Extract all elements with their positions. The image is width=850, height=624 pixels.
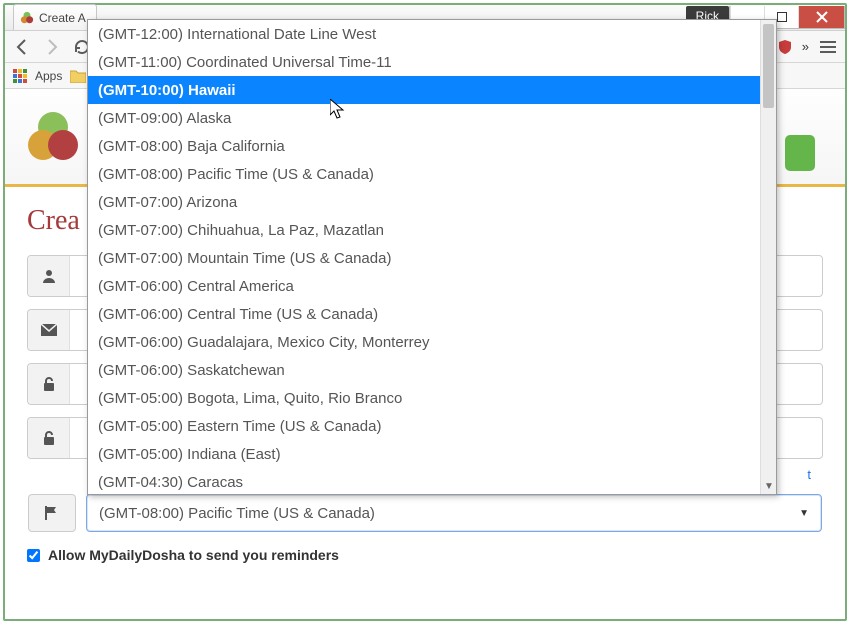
timezone-option[interactable]: (GMT-07:00) Chihuahua, La Paz, Mazatlan (88, 216, 760, 244)
browser-tab[interactable]: Create A (13, 4, 97, 30)
timezone-select[interactable]: (GMT-08:00) Pacific Time (US & Canada) ▼ (86, 494, 822, 532)
timezone-option[interactable]: (GMT-11:00) Coordinated Universal Time-1… (88, 48, 760, 76)
timezone-option[interactable]: (GMT-06:00) Guadalajara, Mexico City, Mo… (88, 328, 760, 356)
menu-button[interactable] (817, 36, 839, 58)
extension-shield-icon[interactable] (776, 38, 794, 56)
timezone-selected-value: (GMT-08:00) Pacific Time (US & Canada) (99, 505, 375, 522)
tab-favicon (20, 11, 34, 25)
timezone-option[interactable]: (GMT-10:00) Hawaii (88, 76, 760, 104)
apps-icon[interactable] (13, 69, 27, 83)
reminder-checkbox[interactable] (27, 549, 40, 562)
mail-icon (28, 310, 70, 350)
unlock-icon (28, 418, 70, 458)
flag-icon (44, 505, 60, 521)
forward-button[interactable] (41, 36, 63, 58)
timezone-option[interactable]: (GMT-12:00) International Date Line West (88, 20, 760, 48)
reminder-row[interactable]: Allow MyDailyDosha to send you reminders (27, 547, 823, 563)
dropdown-scrollbar[interactable]: ▼ (760, 20, 776, 494)
site-logo (23, 107, 83, 167)
timezone-option[interactable]: (GMT-06:00) Central America (88, 272, 760, 300)
timezone-option[interactable]: (GMT-06:00) Saskatchewan (88, 356, 760, 384)
timezone-option[interactable]: (GMT-07:00) Mountain Time (US & Canada) (88, 244, 760, 272)
toolbar-overflow-icon[interactable]: » (802, 39, 809, 54)
back-button[interactable] (11, 36, 33, 58)
chevron-down-icon: ▼ (799, 508, 809, 519)
apps-label[interactable]: Apps (35, 69, 62, 83)
timezone-icon-slot (28, 494, 76, 532)
timezone-option[interactable]: (GMT-04:30) Caracas (88, 468, 760, 494)
scrollbar-thumb[interactable] (763, 24, 774, 108)
timezone-option[interactable]: (GMT-08:00) Pacific Time (US & Canada) (88, 160, 760, 188)
tab-title: Create A (39, 11, 86, 25)
header-green-button[interactable] (785, 135, 815, 171)
timezone-option[interactable]: (GMT-08:00) Baja California (88, 132, 760, 160)
timezone-option[interactable]: (GMT-09:00) Alaska (88, 104, 760, 132)
timezone-option[interactable]: (GMT-05:00) Indiana (East) (88, 440, 760, 468)
reminder-label: Allow MyDailyDosha to send you reminders (48, 547, 339, 563)
unlock-icon (28, 364, 70, 404)
scrollbar-down-arrow-icon[interactable]: ▼ (764, 481, 774, 492)
bookmark-folder-icon[interactable] (70, 69, 86, 83)
timezone-option[interactable]: (GMT-05:00) Bogota, Lima, Quito, Rio Bra… (88, 384, 760, 412)
user-icon (28, 256, 70, 296)
timezone-option-list: (GMT-12:00) International Date Line West… (88, 20, 760, 494)
close-button[interactable] (798, 6, 844, 28)
inline-link[interactable]: t (807, 467, 811, 482)
timezone-option[interactable]: (GMT-06:00) Central Time (US & Canada) (88, 300, 760, 328)
tab-strip: Create A (5, 5, 97, 30)
timezone-option[interactable]: (GMT-05:00) Eastern Time (US & Canada) (88, 412, 760, 440)
timezone-dropdown: (GMT-12:00) International Date Line West… (87, 19, 777, 495)
timezone-option[interactable]: (GMT-07:00) Arizona (88, 188, 760, 216)
